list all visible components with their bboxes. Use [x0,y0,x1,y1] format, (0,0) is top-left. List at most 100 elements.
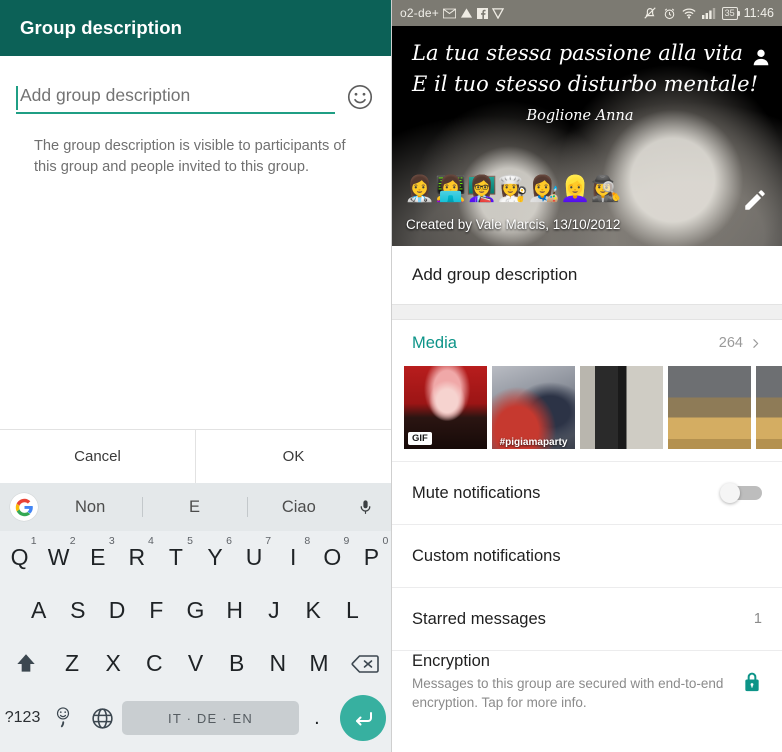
key-c[interactable]: C [134,637,175,690]
alarm-clock-icon [663,7,676,20]
mute-notifications-label: Mute notifications [412,483,541,502]
custom-notifications-label: Custom notifications [412,546,561,565]
key-x[interactable]: X [93,637,134,690]
key-q[interactable]: 1Q [0,531,39,584]
ok-button[interactable]: OK [195,430,391,483]
smiley-face-icon[interactable] [345,82,375,112]
key-j[interactable]: J [254,584,293,637]
media-section-header[interactable]: Media 264 [392,320,782,366]
suggestion-1[interactable]: E [142,498,246,517]
edit-pencil-icon[interactable] [742,187,768,218]
toggle-knob [720,483,740,503]
space-key[interactable]: IT · DE · EN [122,701,299,735]
key-p-label: P [363,544,380,570]
key-r-number: 4 [147,535,154,547]
group-description-input[interactable] [16,85,335,106]
custom-notifications-row[interactable]: Custom notifications [392,524,782,587]
right-phone-screen: o2-de+ 35 11:46 La tua stessa passione a… [391,0,782,752]
media-thumbnail-strip[interactable]: GIF #pigiamaparty [392,366,782,461]
emoji-2: 👩‍🏫 [466,175,498,203]
text-caret [16,86,18,110]
period-key[interactable]: . [299,690,336,746]
key-k[interactable]: K [294,584,333,637]
key-a[interactable]: A [19,584,58,637]
quote-line-1: La tua stessa passione alla vita [412,41,743,65]
key-f[interactable]: F [137,584,176,637]
cancel-button[interactable]: Cancel [0,430,195,483]
group-description-form: The group description is visible to part… [0,56,391,178]
key-e-label: E [90,544,106,570]
globe-language-icon[interactable] [82,690,123,746]
media-thumbnail[interactable] [580,366,663,449]
key-r[interactable]: 4R [117,531,156,584]
keyboard-row-1: 1Q 2W 3E 4R 5T 6Y 7U 8I 9O 0P [0,531,391,584]
key-i[interactable]: 8I [274,531,313,584]
google-g-icon[interactable] [10,493,38,521]
key-w-number: 2 [69,535,76,547]
key-w[interactable]: 2W [39,531,78,584]
key-y[interactable]: 6Y [195,531,234,584]
app-bar: Group description [0,0,391,56]
quote-author: Boglione Anna [526,108,634,124]
shift-arrow-icon[interactable] [0,637,51,690]
created-by-label: Created by Vale Marcis, 13/10/2012 [406,217,621,232]
emoji-0: 👩‍⚕️ [404,175,436,203]
thumbnail-caption: #pigiamaparty [499,437,568,448]
mute-notifications-row[interactable]: Mute notifications [392,461,782,524]
encryption-row[interactable]: Encryption Messages to this group are se… [392,650,782,713]
emoji-5: 👱‍♀️ [559,175,591,203]
symbols-key[interactable]: ?123 [0,690,45,746]
starred-messages-row[interactable]: Starred messages 1 [392,587,782,650]
group-quote: La tua stessa passione alla vita E il tu… [392,26,782,124]
status-bar: o2-de+ 35 11:46 [392,0,782,26]
comma-emoji-key[interactable] [45,690,82,746]
wifi-icon [682,7,696,19]
key-u-label: U [245,544,263,570]
emoji-1: 👩‍💻 [435,175,467,203]
on-screen-keyboard: Non E Ciao 1Q 2W 3E 4R 5T 6Y 7U 8 I 9 O … [0,483,391,752]
key-e[interactable]: 3E [78,531,117,584]
mute-notifications-toggle[interactable] [718,483,762,503]
key-p-number: 0 [382,535,389,547]
lock-icon [742,671,762,693]
app-icon [491,7,504,19]
page-title: Group description [20,17,183,38]
key-v[interactable]: V [175,637,216,690]
gif-badge: GIF [408,432,432,445]
emoji-4: 👩‍🎨 [528,175,560,203]
gmail-icon [442,8,456,19]
add-group-description-row[interactable]: Add group description [392,246,782,304]
key-s[interactable]: S [58,584,97,637]
key-t-number: 5 [187,535,193,547]
key-m[interactable]: M [298,637,339,690]
key-u[interactable]: 7U [235,531,274,584]
key-o[interactable]: 9O [313,531,352,584]
keyboard-row-3: Z X C V B N M [0,637,391,690]
key-b[interactable]: B [216,637,257,690]
media-thumbnail[interactable]: GIF [404,366,487,449]
media-thumbnail[interactable]: #pigiamaparty [492,366,575,449]
key-p[interactable]: 0P [352,531,391,584]
key-t[interactable]: 5T [156,531,195,584]
key-h[interactable]: H [215,584,254,637]
enter-return-icon [340,695,387,741]
media-thumbnail[interactable] [668,366,751,449]
media-thumbnail[interactable] [756,366,782,449]
signal-bars-icon [701,7,716,19]
key-l[interactable]: L [333,584,372,637]
key-u-number: 7 [265,535,272,547]
key-d[interactable]: D [97,584,136,637]
key-g[interactable]: G [176,584,215,637]
suggestion-0[interactable]: Non [38,498,142,517]
keyboard-row-2: A S D F G H J K L [0,584,391,637]
key-r-label: R [128,544,146,570]
backspace-icon[interactable] [340,637,391,690]
enter-key[interactable] [335,690,391,746]
key-n[interactable]: N [257,637,298,690]
media-count: 264 [718,335,743,351]
key-z[interactable]: Z [51,637,92,690]
facebook-icon [476,7,488,19]
suggestion-2[interactable]: Ciao [247,498,351,517]
microphone-icon[interactable] [351,497,381,518]
mute-bell-icon [643,6,657,20]
